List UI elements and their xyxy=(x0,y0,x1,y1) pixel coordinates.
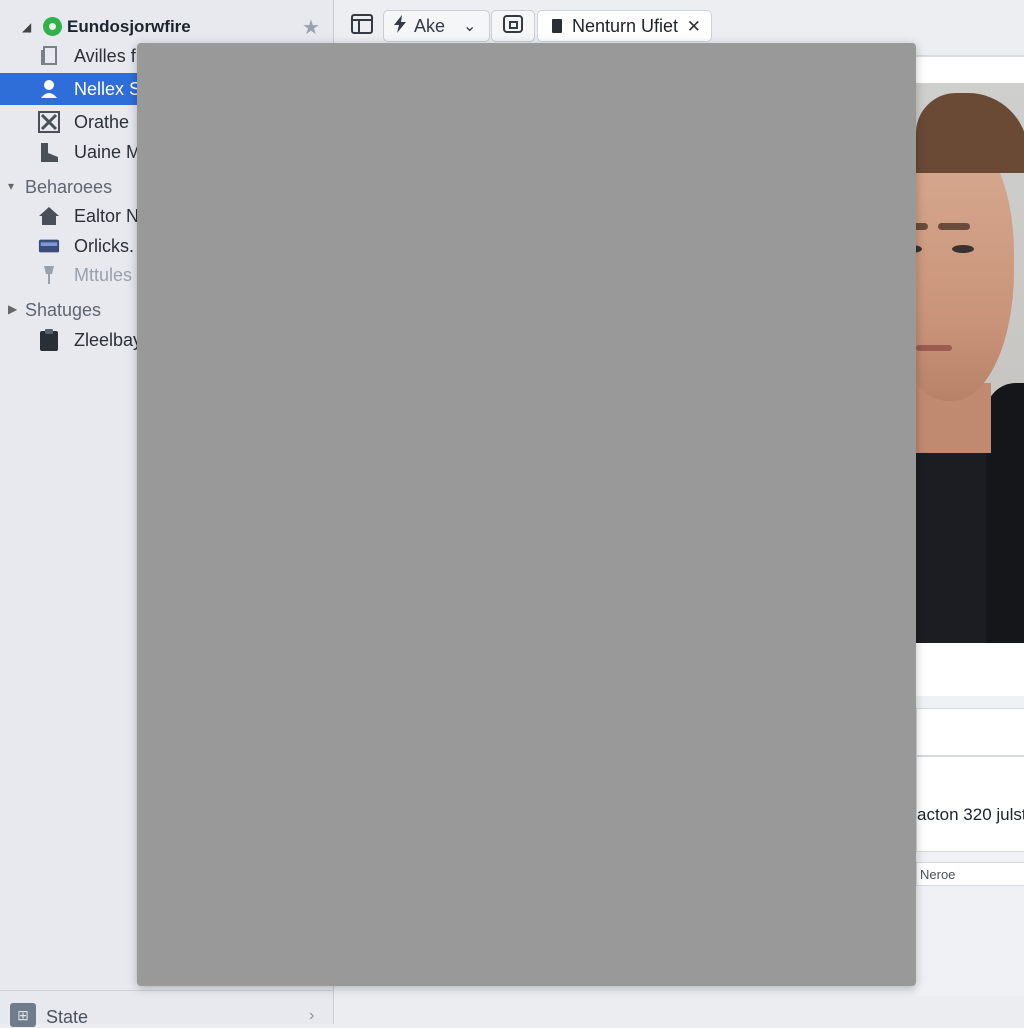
tab-nenturn-ufiet[interactable]: Nenturn Ufiet ✕ xyxy=(537,10,712,42)
close-box-icon xyxy=(38,111,60,133)
chevron-down-icon[interactable]: ▾ xyxy=(8,179,14,193)
sidebar-item-label: Mttules xyxy=(74,265,133,285)
star-icon[interactable]: ★ xyxy=(302,15,320,40)
sidebar-item-label: Zleelbay xyxy=(74,330,143,350)
sidebar-header[interactable]: ◢ Eundosjorwfire ★ xyxy=(0,12,334,42)
panel-field[interactable]: Neroe xyxy=(916,862,1024,886)
house-icon xyxy=(38,205,60,227)
sidebar-group-label: Shatuges xyxy=(25,300,102,320)
document-icon xyxy=(552,19,562,33)
tab-label: Nenturn Ufiet xyxy=(572,15,679,36)
collapse-triangle-icon[interactable]: ◢ xyxy=(22,20,31,34)
page-icon xyxy=(38,141,60,163)
sidebar-group-label: Beharoees xyxy=(25,177,113,197)
state-icon: ⊞ xyxy=(10,1003,36,1027)
panel-caption: acton 320 julst xyxy=(917,805,1024,824)
clipboard-icon xyxy=(38,329,60,351)
window-layout-button[interactable] xyxy=(350,10,380,42)
panel-block-info: acton 320 julst xyxy=(916,756,1024,852)
photo-card xyxy=(916,56,1024,696)
sidebar-footer[interactable]: ⊞ State › xyxy=(0,990,334,1027)
sidebar-item-label: Nellex S xyxy=(74,79,142,99)
sidebar-item-label: Ealtor N xyxy=(74,206,140,226)
right-panel: acton 320 julst Neroe xyxy=(916,56,1024,996)
status-dot-icon xyxy=(43,17,62,36)
footer-label: State xyxy=(46,1007,89,1027)
file-icon xyxy=(38,45,60,67)
drive-icon xyxy=(38,235,60,257)
sidebar-item-label: Orathe xyxy=(74,112,130,132)
sidebar-title: Eundosjorwfire xyxy=(67,17,191,36)
person-icon xyxy=(38,78,60,100)
close-icon[interactable]: ✕ xyxy=(687,17,701,37)
ake-label: Ake xyxy=(414,15,446,36)
profile-photo xyxy=(916,83,1024,643)
tool-icon xyxy=(38,264,60,286)
panel-block-empty xyxy=(916,708,1024,756)
share-button[interactable] xyxy=(491,10,535,42)
chevron-right-icon[interactable]: ▶ xyxy=(8,302,17,316)
ake-dropdown-button[interactable]: Ake ⌄ xyxy=(383,10,490,42)
share-icon xyxy=(502,13,524,40)
window-icon xyxy=(350,13,374,40)
chevron-right-icon[interactable]: › xyxy=(309,1007,314,1025)
sidebar-item-label: Orlicks. xyxy=(74,236,134,256)
modal-overlay[interactable] xyxy=(137,43,916,986)
sidebar-item-label: Uaine M xyxy=(74,142,142,162)
panel-small-label: Neroe xyxy=(920,867,956,882)
sidebar-item-label: Avilles f xyxy=(74,46,136,66)
lightning-icon xyxy=(392,14,408,39)
chevron-down-icon: ⌄ xyxy=(463,18,477,35)
